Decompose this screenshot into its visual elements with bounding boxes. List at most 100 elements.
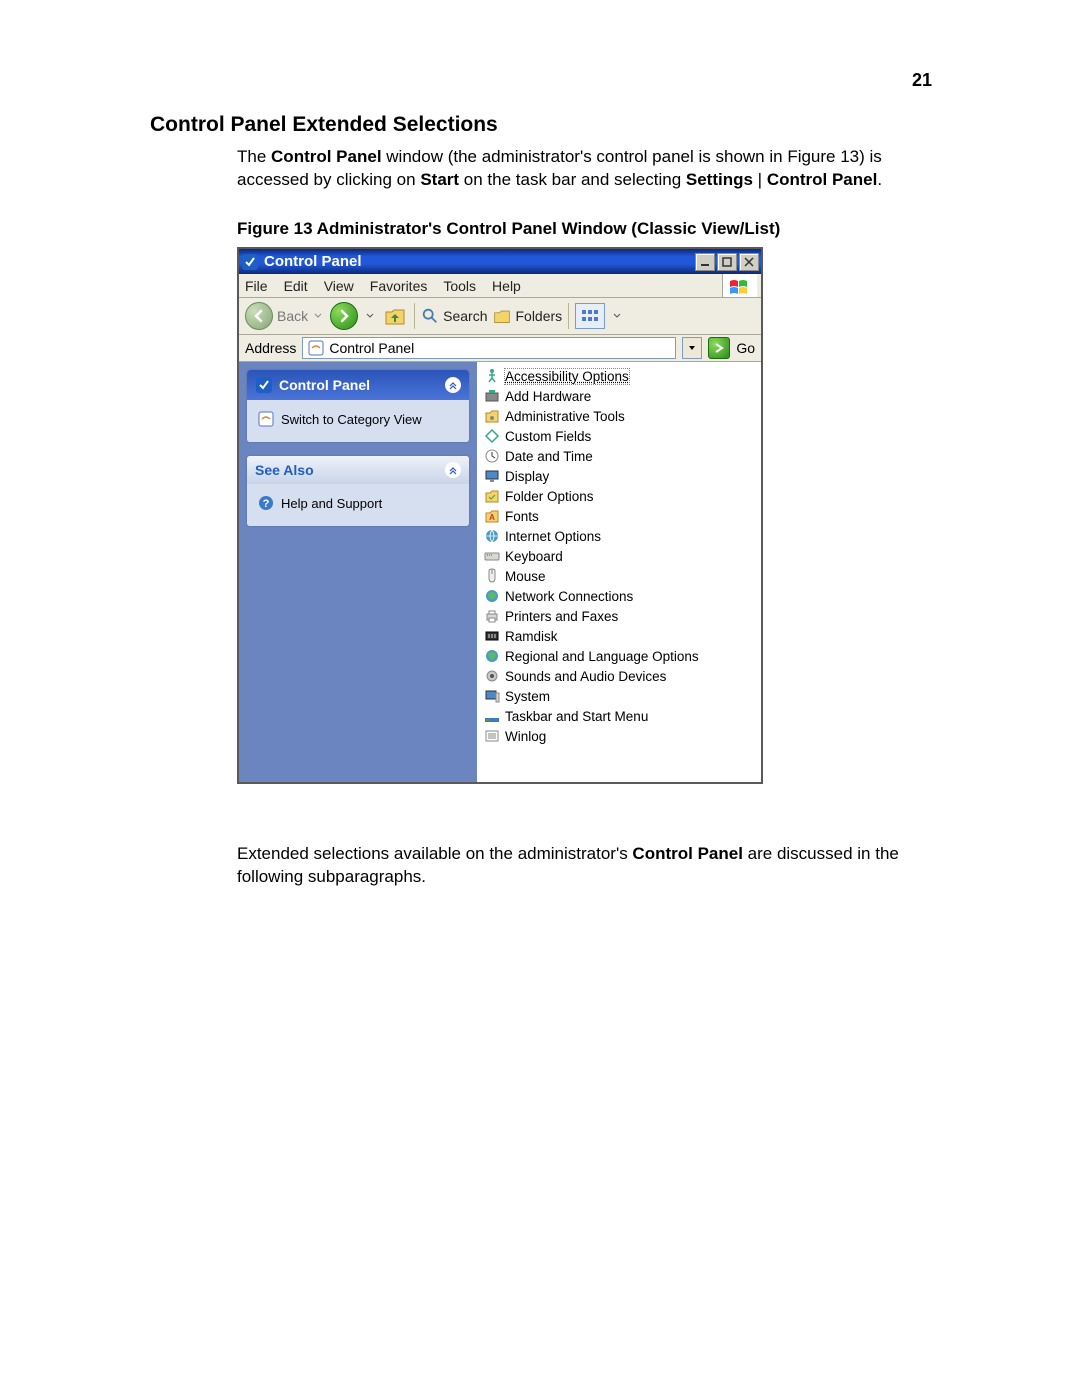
toolbar: Back Search Folders bbox=[239, 298, 761, 335]
panel-header[interactable]: See Also bbox=[247, 456, 469, 484]
item-label: Ramdisk bbox=[505, 629, 558, 644]
item-label: Keyboard bbox=[505, 549, 563, 564]
list-item[interactable]: Mouse bbox=[483, 566, 755, 586]
list-item[interactable]: Network Connections bbox=[483, 586, 755, 606]
list-item[interactable]: Add Hardware bbox=[483, 386, 755, 406]
text-bold: Control Panel bbox=[632, 844, 743, 863]
menu-view[interactable]: View bbox=[324, 278, 354, 294]
item-label: Printers and Faxes bbox=[505, 609, 618, 624]
address-dropdown[interactable] bbox=[682, 337, 702, 359]
chevron-up-icon bbox=[445, 377, 461, 393]
page-number: 21 bbox=[912, 70, 932, 91]
outro-paragraph: Extended selections available on the adm… bbox=[237, 843, 937, 889]
list-item[interactable]: Sounds and Audio Devices bbox=[483, 666, 755, 686]
help-support-link[interactable]: ? Help and Support bbox=[257, 494, 459, 512]
chevron-up-icon bbox=[445, 462, 461, 478]
list-item[interactable]: Printers and Faxes bbox=[483, 606, 755, 626]
list-item[interactable]: Administrative Tools bbox=[483, 406, 755, 426]
link-label: Help and Support bbox=[281, 496, 382, 511]
view-mode-button[interactable] bbox=[575, 303, 605, 329]
list-item[interactable]: Winlog bbox=[483, 726, 755, 746]
list-item[interactable]: AFonts bbox=[483, 506, 755, 526]
forward-button[interactable] bbox=[330, 302, 358, 330]
chevron-down-icon[interactable] bbox=[364, 304, 376, 328]
text-bold: Control Panel bbox=[271, 147, 382, 166]
system-icon bbox=[483, 687, 501, 705]
network-icon bbox=[483, 587, 501, 605]
text-bold: Settings bbox=[686, 170, 753, 189]
menu-edit[interactable]: Edit bbox=[284, 278, 308, 294]
item-label: Internet Options bbox=[505, 529, 601, 544]
panel-title: See Also bbox=[255, 462, 314, 478]
sidebar-panel-see-also: See Also ? Help and Support bbox=[247, 456, 469, 526]
folders-label: Folders bbox=[515, 308, 562, 324]
section-title: Control Panel Extended Selections bbox=[150, 113, 498, 137]
panel-header[interactable]: Control Panel bbox=[247, 370, 469, 400]
menu-file[interactable]: File bbox=[245, 278, 268, 294]
back-icon bbox=[245, 302, 273, 330]
panel-title: Control Panel bbox=[279, 377, 370, 393]
go-button[interactable] bbox=[708, 337, 730, 359]
folders-icon bbox=[493, 307, 511, 325]
chevron-down-icon[interactable] bbox=[611, 304, 623, 328]
window-title: Control Panel bbox=[264, 253, 693, 270]
list-item[interactable]: Keyboard bbox=[483, 546, 755, 566]
maximize-button[interactable] bbox=[717, 253, 737, 271]
address-value: Control Panel bbox=[329, 340, 414, 356]
winlog-icon bbox=[483, 727, 501, 745]
item-label: Taskbar and Start Menu bbox=[505, 709, 648, 724]
chevron-down-icon bbox=[312, 304, 324, 328]
list-item[interactable]: System bbox=[483, 686, 755, 706]
back-label: Back bbox=[277, 308, 308, 324]
text: | bbox=[753, 170, 767, 189]
display-icon bbox=[483, 467, 501, 485]
app-icon bbox=[241, 253, 259, 271]
date-time-icon bbox=[483, 447, 501, 465]
up-folder-button[interactable] bbox=[382, 305, 408, 327]
item-label: Add Hardware bbox=[505, 389, 591, 404]
custom-fields-icon bbox=[483, 427, 501, 445]
list-item[interactable]: Display bbox=[483, 466, 755, 486]
text: on the task bar and selecting bbox=[459, 170, 686, 189]
minimize-button[interactable] bbox=[695, 253, 715, 271]
back-button[interactable]: Back bbox=[245, 302, 324, 330]
list-item[interactable]: Taskbar and Start Menu bbox=[483, 706, 755, 726]
address-bar: Address Control Panel Go bbox=[239, 335, 761, 362]
list-item[interactable]: Ramdisk bbox=[483, 626, 755, 646]
admin-tools-icon bbox=[483, 407, 501, 425]
search-button[interactable]: Search bbox=[421, 307, 487, 325]
item-label: Winlog bbox=[505, 729, 546, 744]
item-label: Folder Options bbox=[505, 489, 594, 504]
menu-tools[interactable]: Tools bbox=[443, 278, 476, 294]
switch-view-icon bbox=[257, 410, 275, 428]
window-content: Control Panel Switch to Category View bbox=[239, 362, 761, 782]
go-label: Go bbox=[736, 340, 755, 356]
sounds-icon bbox=[483, 667, 501, 685]
switch-view-link[interactable]: Switch to Category View bbox=[257, 410, 459, 428]
folder-options-icon bbox=[483, 487, 501, 505]
list-item[interactable]: Accessibility Options bbox=[483, 366, 755, 386]
address-label: Address bbox=[245, 340, 296, 356]
list-item[interactable]: Internet Options bbox=[483, 526, 755, 546]
accessibility-icon bbox=[483, 367, 501, 385]
menu-favorites[interactable]: Favorites bbox=[370, 278, 428, 294]
windows-flag-icon bbox=[722, 274, 757, 297]
close-button[interactable] bbox=[739, 253, 759, 271]
item-label: Network Connections bbox=[505, 589, 633, 604]
folders-button[interactable]: Folders bbox=[493, 307, 562, 325]
list-item[interactable]: Regional and Language Options bbox=[483, 646, 755, 666]
keyboard-icon bbox=[483, 547, 501, 565]
item-label: Display bbox=[505, 469, 549, 484]
item-label: Sounds and Audio Devices bbox=[505, 669, 666, 684]
list-item[interactable]: Custom Fields bbox=[483, 426, 755, 446]
list-item[interactable]: Folder Options bbox=[483, 486, 755, 506]
item-label: System bbox=[505, 689, 550, 704]
control-panel-icon bbox=[307, 339, 325, 357]
svg-text:?: ? bbox=[263, 498, 270, 510]
separator bbox=[414, 303, 415, 329]
link-label: Switch to Category View bbox=[281, 412, 422, 427]
titlebar: Control Panel bbox=[239, 249, 761, 274]
address-field[interactable]: Control Panel bbox=[302, 337, 676, 359]
list-item[interactable]: Date and Time bbox=[483, 446, 755, 466]
menu-help[interactable]: Help bbox=[492, 278, 521, 294]
